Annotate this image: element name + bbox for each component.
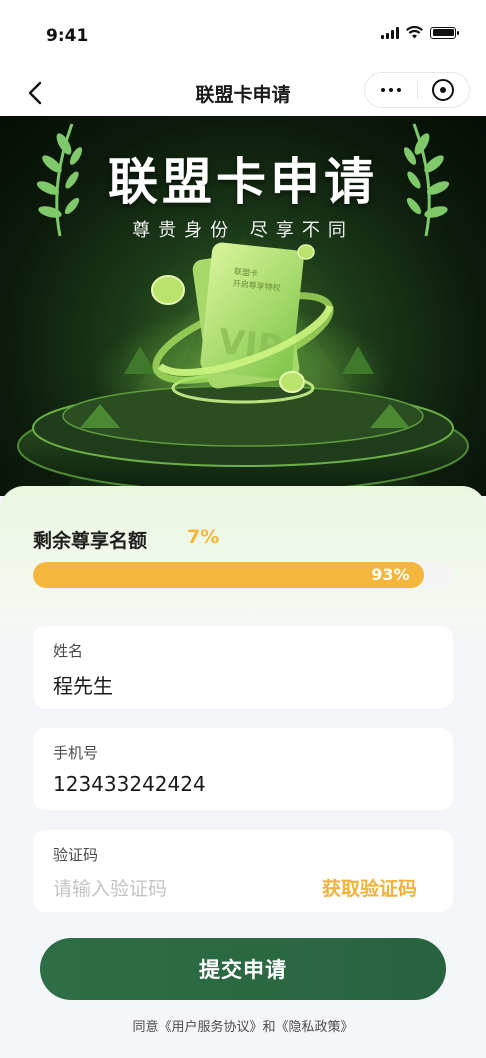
wifi-icon xyxy=(406,26,423,39)
code-field[interactable]: 验证码 请输入验证码 获取验证码 xyxy=(33,830,453,912)
agreement-and: 和 xyxy=(262,1020,276,1035)
phone-field[interactable]: 手机号 123433242424 xyxy=(33,728,453,810)
status-icons xyxy=(381,26,459,39)
name-label: 姓名 xyxy=(53,642,84,660)
quota-label: 剩余尊享名额 xyxy=(33,530,148,552)
agreement-text: 同意《用户服务协议》和《隐私政策》 xyxy=(0,1016,486,1035)
page: 9:41 联盟卡申请 联盟卡 开启尊享特权 VIP 联盟卡申请 尊贵身份 尽享不… xyxy=(0,0,486,1058)
quota-progress-fill: 93% xyxy=(33,562,424,588)
privacy-link[interactable]: 《隐私政策》 xyxy=(276,1020,354,1035)
nav-bar: 联盟卡申请 xyxy=(0,70,486,116)
close-mini-program-button[interactable] xyxy=(417,73,469,107)
mini-program-capsule xyxy=(364,72,470,108)
battery-icon xyxy=(430,26,459,39)
hero-banner: 联盟卡 开启尊享特权 VIP 联盟卡申请 尊贵身份 尽享不同 xyxy=(0,116,486,496)
code-input[interactable]: 请输入验证码 xyxy=(53,874,167,901)
phone-input[interactable]: 123433242424 xyxy=(53,772,206,796)
banner-subtitle: 尊贵身份 尽享不同 xyxy=(132,220,354,241)
quota-progress-bar: 93% xyxy=(33,562,453,588)
name-field[interactable]: 姓名 程先生 xyxy=(33,626,453,708)
banner-title: 联盟卡申请 xyxy=(108,153,378,211)
quota-progress-text: 93% xyxy=(371,565,410,584)
phone-label: 手机号 xyxy=(53,744,99,762)
get-code-button[interactable]: 获取验证码 xyxy=(322,874,417,901)
code-label: 验证码 xyxy=(53,846,99,864)
terms-link[interactable]: 《用户服务协议》 xyxy=(158,1020,262,1035)
close-circle-icon xyxy=(432,79,455,101)
more-button[interactable] xyxy=(365,73,417,107)
agreement-prefix: 同意 xyxy=(132,1020,159,1035)
submit-button[interactable]: 提交申请 xyxy=(40,938,446,1000)
status-bar: 9:41 xyxy=(0,0,486,70)
more-dots-icon xyxy=(380,88,385,92)
quota-remaining-percent: 7% xyxy=(187,526,220,548)
signal-icon xyxy=(381,26,399,39)
application-sheet: 剩余尊享名额 7% 93% 姓名 程先生 手机号 123433242424 验证… xyxy=(0,486,486,1058)
name-input[interactable]: 程先生 xyxy=(53,670,113,699)
status-time: 9:41 xyxy=(46,26,89,46)
